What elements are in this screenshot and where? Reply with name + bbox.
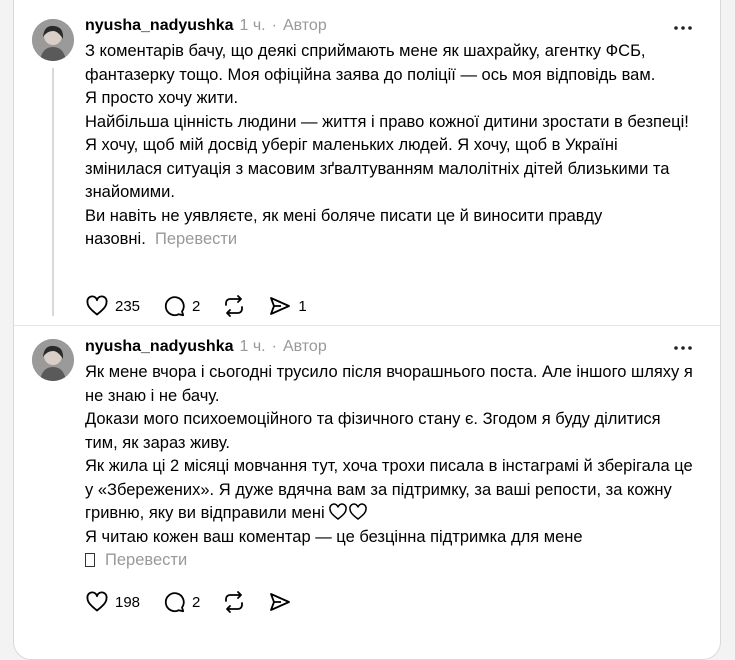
like-count: 198	[115, 593, 141, 611]
post-paragraph: Я хочу, щоб мій досвід уберіг маленьких …	[85, 136, 670, 201]
post-paragraph-last: Ви навіть не уявляєте, як мені боляче пи…	[85, 205, 695, 252]
share-button[interactable]	[268, 590, 292, 614]
comment-bubble-icon	[164, 296, 185, 317]
post-text: Як мене вчора і сьогодні трусило після в…	[85, 361, 695, 573]
comment-count: 2	[192, 297, 201, 315]
post-paragraph-hearts: Як жила ці 2 місяці мовчання тут, хоча т…	[85, 455, 695, 526]
avatar[interactable]	[32, 19, 74, 61]
post-text: З коментарів бачу, що деякі сприймають м…	[85, 40, 695, 252]
heart-icon	[86, 591, 108, 612]
post-paragraph: Як мене вчора і сьогодні трусило після в…	[85, 363, 693, 405]
post-paragraph: З коментарів бачу, що деякі сприймають м…	[85, 42, 656, 84]
post-actions: 235 2 1	[85, 294, 329, 318]
author-badge: Автор	[282, 338, 327, 355]
more-options-button[interactable]	[672, 18, 694, 38]
thread-card: nyusha_nadyushka 1 ч. · Автор З коментар…	[13, 0, 721, 660]
post-paragraph: Найбільша цінність людини — життя і прав…	[85, 112, 689, 131]
thread-post: nyusha_nadyushka 1 ч. · Автор З коментар…	[14, 0, 720, 326]
heart-icon	[86, 295, 108, 316]
post-header: nyusha_nadyushka 1 ч. · Автор	[85, 338, 327, 356]
send-icon	[270, 297, 291, 315]
like-button[interactable]: 235	[85, 294, 140, 318]
two-hearts-emoji-icon	[329, 503, 368, 520]
like-count: 235	[115, 297, 141, 315]
send-icon	[270, 593, 291, 611]
repost-icon	[225, 295, 244, 317]
thread-line	[52, 68, 54, 316]
avatar-photo	[32, 339, 74, 381]
translate-link[interactable]: Перевести	[155, 230, 237, 248]
username[interactable]: nyusha_nadyushka	[85, 338, 234, 356]
comment-button[interactable]: 2	[162, 294, 200, 318]
author-badge: Автор	[282, 17, 327, 34]
more-horizontal-icon	[674, 346, 692, 350]
meta-separator: ·	[271, 17, 277, 34]
post-header: nyusha_nadyushka 1 ч. · Автор	[85, 17, 327, 35]
like-button[interactable]: 198	[85, 590, 140, 614]
avatar-photo	[32, 19, 74, 61]
repost-button[interactable]	[222, 590, 246, 614]
share-count: 1	[298, 297, 307, 315]
missing-glyph-icon	[85, 553, 95, 567]
username[interactable]: nyusha_nadyushka	[85, 17, 234, 35]
comment-count: 2	[192, 593, 201, 611]
meta-separator: ·	[271, 338, 277, 355]
share-button[interactable]: 1	[268, 294, 307, 318]
repost-icon	[225, 591, 244, 613]
translate-link[interactable]: Перевести	[105, 551, 187, 569]
post-paragraph: Я читаю кожен ваш коментар — це безцінна…	[85, 527, 583, 546]
repost-button[interactable]	[222, 294, 246, 318]
thread-post: nyusha_nadyushka 1 ч. · Автор Як мене вч…	[14, 326, 720, 642]
translate-row: Перевести	[85, 549, 695, 573]
timestamp[interactable]: 1 ч.	[240, 17, 266, 35]
timestamp[interactable]: 1 ч.	[240, 338, 266, 356]
post-paragraph: Докази мого психоемоційного та фізичного…	[85, 410, 661, 452]
comment-bubble-icon	[164, 592, 185, 613]
avatar[interactable]	[32, 339, 74, 381]
more-horizontal-icon	[674, 26, 692, 30]
post-actions: 198 2	[85, 590, 314, 614]
more-options-button[interactable]	[672, 338, 694, 358]
post-paragraph: Як жила ці 2 місяці мовчання тут, хоча т…	[85, 457, 693, 522]
comment-button[interactable]: 2	[162, 590, 200, 614]
post-paragraph: Я просто хочу жити.	[85, 89, 239, 107]
